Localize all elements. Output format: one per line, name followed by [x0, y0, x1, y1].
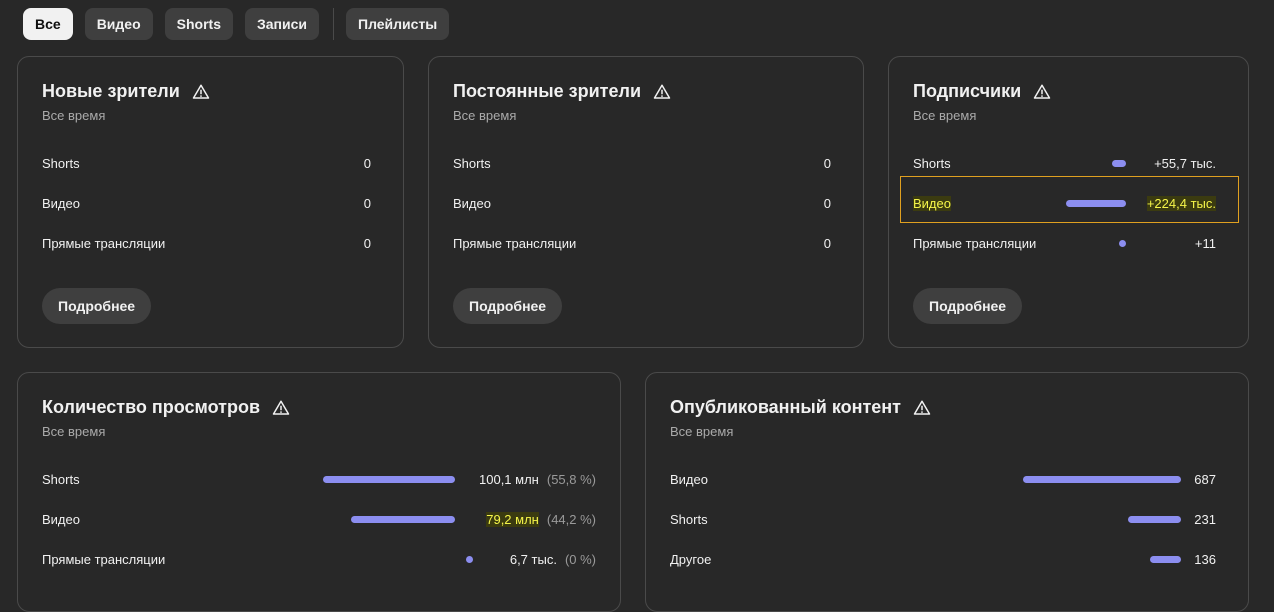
metric-label-text: Видео — [913, 195, 951, 211]
metric-row: Прямые трансляции 0 — [42, 233, 371, 253]
metric-label: Прямые трансляции — [453, 235, 577, 251]
metric-percent: (0 %) — [564, 551, 596, 567]
metric-value: +224,4 тыс. — [1126, 195, 1216, 211]
card-title: Опубликованный контент — [670, 397, 931, 418]
card-title: Постоянные зрители — [453, 81, 671, 102]
metric-label: Прямые трансляции — [913, 235, 1037, 251]
metric-label: Прямые трансляции — [42, 551, 166, 567]
chip-all[interactable]: Все — [23, 7, 73, 40]
filter-chips: Все Видео Shorts Записи Плейлисты — [23, 7, 461, 40]
warning-icon[interactable] — [653, 83, 671, 101]
metric-value: +55,7 тыс. — [1154, 155, 1216, 171]
metric-row: Видео +224,4 тыс. — [913, 193, 1216, 213]
metric-value: 0 — [823, 235, 831, 251]
metric-value: 231 — [1194, 511, 1216, 527]
chip-divider — [333, 7, 334, 40]
details-button[interactable]: Подробнее — [453, 288, 563, 324]
details-button[interactable]: Подробнее — [913, 288, 1023, 324]
metric-percent: (44,2 %) — [546, 511, 596, 527]
metric-value: 6,7 тыс. — [509, 551, 557, 567]
metric-bar — [350, 515, 455, 523]
metric-label: Видео — [670, 471, 708, 487]
metric-bar — [322, 475, 455, 483]
warning-icon[interactable] — [913, 399, 931, 417]
card-title: Количество просмотров — [42, 397, 290, 418]
metric-row: Другое 136 — [670, 549, 1216, 569]
chip-playlists[interactable]: Плейлисты — [346, 7, 450, 40]
metric-row: Прямые трансляции 6,7 тыс. (0 %) — [42, 549, 596, 569]
metric-row: Shorts 0 — [453, 153, 831, 173]
card-subtitle: Все время — [453, 108, 517, 123]
card-subtitle: Все время — [42, 108, 106, 123]
metric-bar — [1023, 475, 1181, 483]
metric-label: Shorts — [913, 155, 951, 171]
metric-label: Видео — [913, 195, 1066, 211]
metric-row: Видео 0 — [42, 193, 371, 213]
metric-value-text: +224,4 тыс. — [1146, 195, 1216, 211]
metric-value: 79,2 млн — [455, 511, 539, 527]
metric-row: Видео 687 — [670, 469, 1216, 489]
card-title-text: Опубликованный контент — [670, 397, 901, 417]
warning-icon[interactable] — [192, 83, 210, 101]
metric-row: Прямые трансляции +11 — [913, 233, 1216, 253]
metric-bar — [1128, 515, 1181, 523]
metric-label: Другое — [670, 551, 712, 567]
metric-label: Видео — [453, 195, 491, 211]
new-viewers-card: Новые зрители Все время Shorts 0 Видео 0… — [17, 56, 404, 348]
metric-row: Видео 0 — [453, 193, 831, 213]
metric-dot — [465, 555, 473, 563]
metric-label: Shorts — [42, 155, 80, 171]
published-content-card: Опубликованный контент Все время Видео 6… — [645, 372, 1249, 612]
metric-value: 0 — [363, 155, 371, 171]
metric-row: Прямые трансляции 0 — [453, 233, 831, 253]
metric-value: 687 — [1194, 471, 1216, 487]
card-title-text: Подписчики — [913, 81, 1022, 101]
metric-label: Прямые трансляции — [42, 235, 166, 251]
metric-value: +11 — [1194, 235, 1216, 251]
metric-label: Видео — [42, 195, 80, 211]
card-subtitle: Все время — [42, 424, 106, 439]
metric-label: Shorts — [42, 471, 80, 487]
metric-value: 0 — [363, 235, 371, 251]
metric-row: Shorts +55,7 тыс. — [913, 153, 1216, 173]
metric-bar — [1150, 555, 1181, 563]
metric-value: 136 — [1194, 551, 1216, 567]
metric-row: Shorts 231 — [670, 509, 1216, 529]
card-title-text: Новые зрители — [42, 81, 180, 101]
metric-value: 0 — [823, 195, 831, 211]
metric-label: Видео — [42, 511, 80, 527]
metric-value-text: 79,2 млн — [486, 511, 539, 527]
metric-row: Shorts 100,1 млн (55,8 %) — [42, 469, 596, 489]
card-title-text: Количество просмотров — [42, 397, 261, 417]
card-title: Подписчики — [913, 81, 1051, 102]
metric-value: 0 — [363, 195, 371, 211]
subscribers-card: Подписчики Все время Shorts +55,7 тыс. В… — [888, 56, 1249, 348]
card-subtitle: Все время — [913, 108, 977, 123]
metric-bar — [1112, 159, 1126, 167]
card-title-text: Постоянные зрители — [453, 81, 642, 101]
metric-label: Shorts — [453, 155, 491, 171]
metric-percent: (55,8 %) — [546, 471, 596, 487]
views-card: Количество просмотров Все время Shorts 1… — [17, 372, 621, 612]
chip-recordings[interactable]: Записи — [244, 7, 319, 40]
chip-videos[interactable]: Видео — [84, 7, 153, 40]
metric-value: 0 — [823, 155, 831, 171]
details-button[interactable]: Подробнее — [42, 288, 152, 324]
metric-value: 100,1 млн — [479, 471, 539, 487]
metric-dot — [1119, 239, 1126, 247]
chip-shorts[interactable]: Shorts — [164, 7, 233, 40]
metric-row: Видео 79,2 млн (44,2 %) — [42, 509, 596, 529]
metric-bar — [1066, 199, 1126, 207]
card-subtitle: Все время — [670, 424, 734, 439]
warning-icon[interactable] — [272, 399, 290, 417]
warning-icon[interactable] — [1033, 83, 1051, 101]
card-title: Новые зрители — [42, 81, 210, 102]
metric-row: Shorts 0 — [42, 153, 371, 173]
returning-viewers-card: Постоянные зрители Все время Shorts 0 Ви… — [428, 56, 864, 348]
metric-label: Shorts — [670, 511, 708, 527]
